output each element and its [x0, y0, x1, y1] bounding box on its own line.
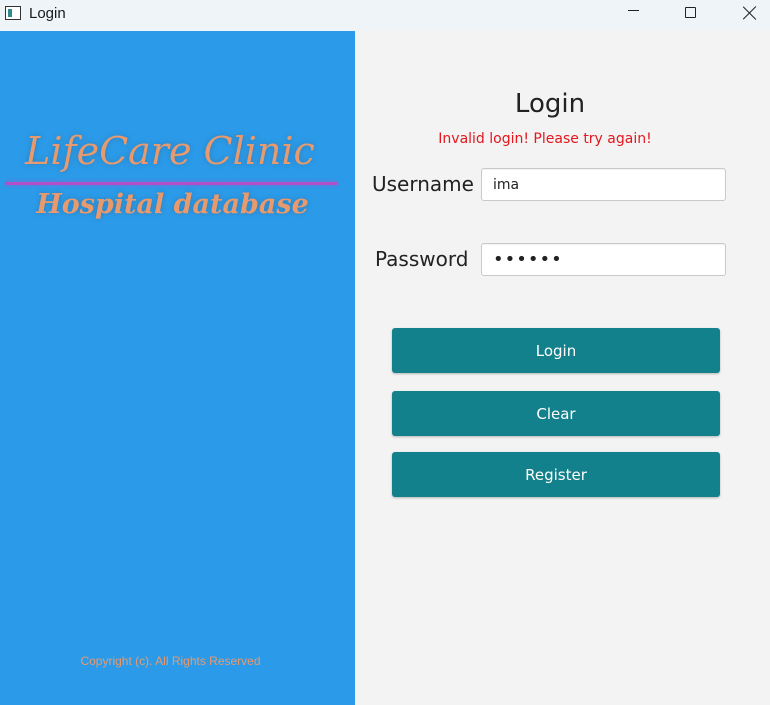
- username-label: Username: [372, 172, 474, 196]
- clear-button[interactable]: Clear: [392, 391, 720, 436]
- register-button[interactable]: Register: [392, 452, 720, 497]
- brand-divider: [5, 182, 338, 185]
- minimize-icon: [627, 10, 639, 11]
- login-button[interactable]: Login: [392, 328, 720, 373]
- password-label: Password: [375, 247, 469, 271]
- error-message: Invalid login! Please try again!: [438, 131, 652, 147]
- close-icon: [743, 6, 757, 20]
- close-button[interactable]: [727, 0, 770, 31]
- window-title: Login: [29, 5, 66, 22]
- maximize-icon: [684, 7, 696, 18]
- brand-panel: LifeCare Clinic Hospital database Copyri…: [0, 31, 355, 705]
- title-bar: Login: [0, 0, 770, 31]
- password-input[interactable]: [481, 243, 726, 276]
- brand-title: LifeCare Clinic: [25, 129, 315, 173]
- username-input[interactable]: [481, 168, 726, 201]
- minimize-button[interactable]: [610, 0, 656, 31]
- app-window-icon: [5, 6, 21, 20]
- maximize-button[interactable]: [667, 0, 713, 31]
- brand-subtitle: Hospital database: [36, 189, 309, 220]
- copyright-text: Copyright (c). All Rights Reserved: [80, 654, 261, 668]
- form-title: Login: [514, 89, 586, 119]
